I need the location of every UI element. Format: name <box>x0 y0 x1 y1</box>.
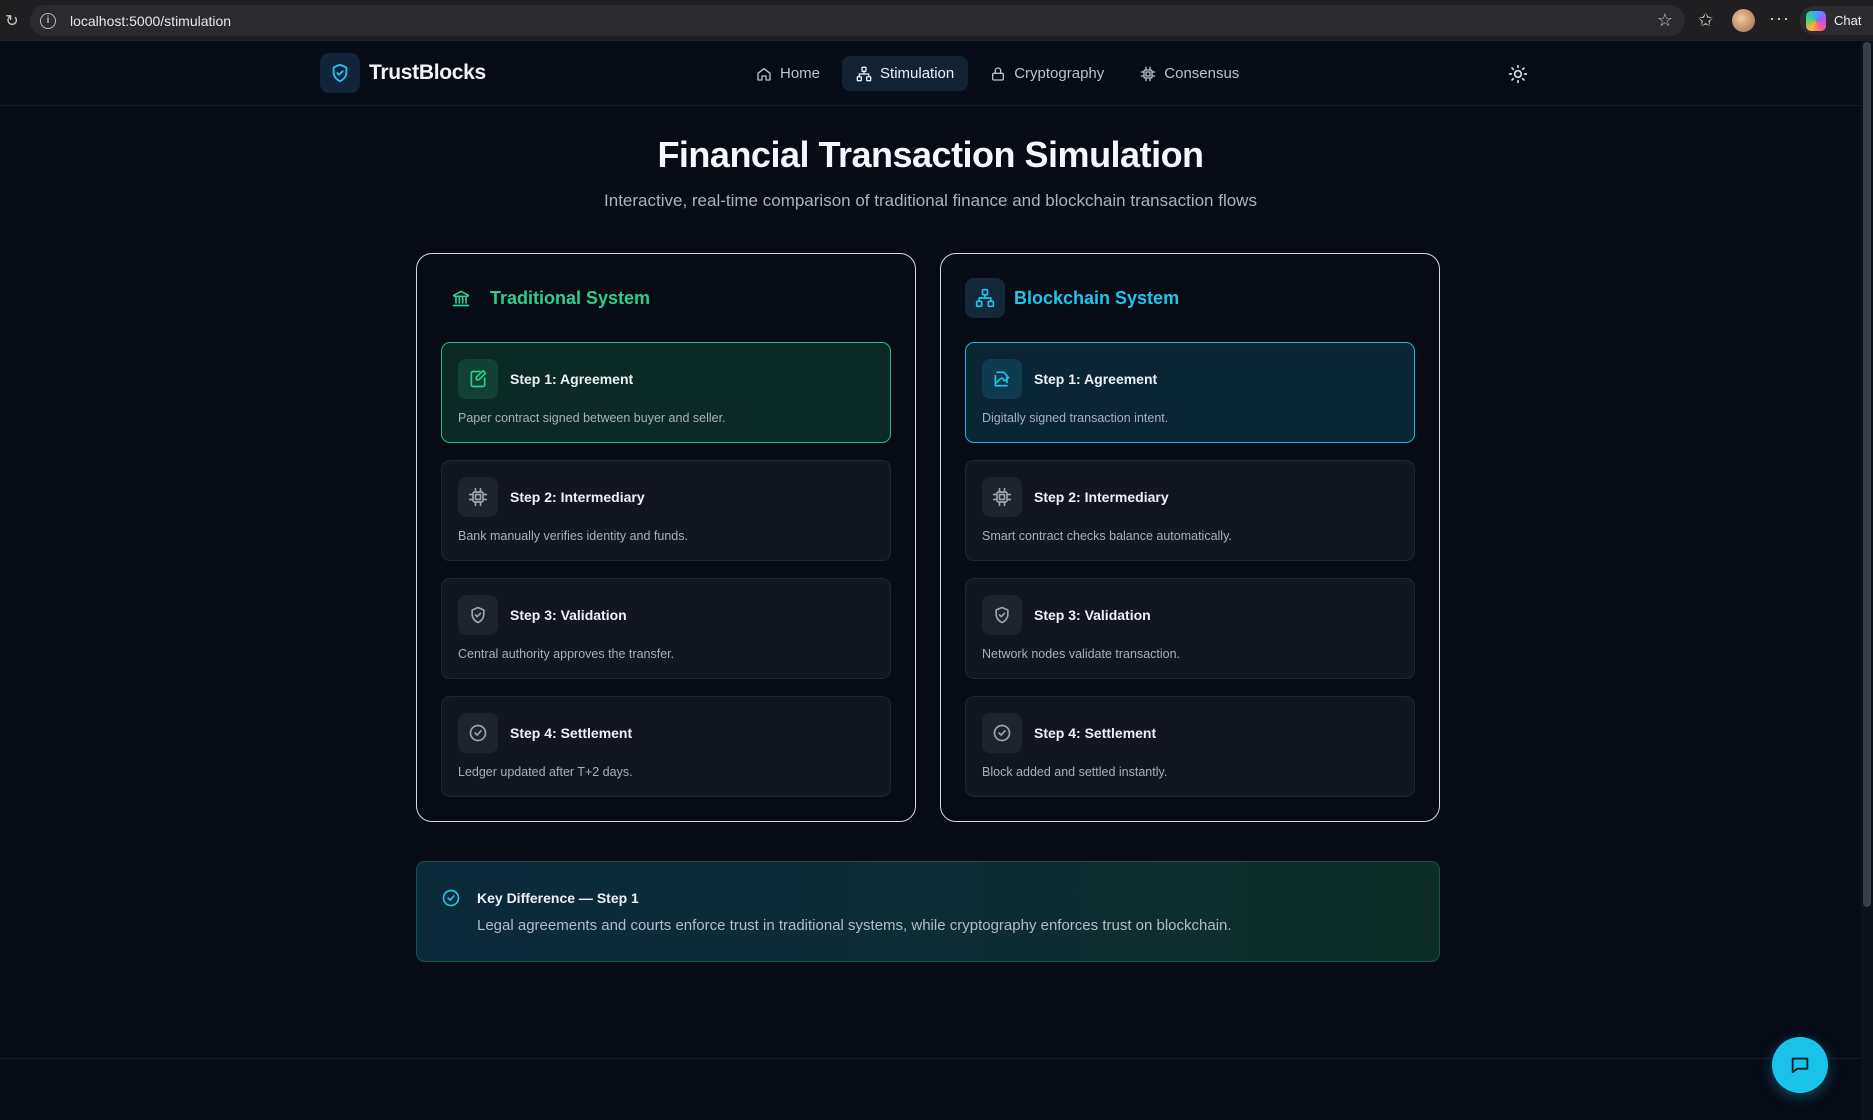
copilot-chat-button[interactable]: Chat <box>1800 6 1873 35</box>
key-difference-text: Legal agreements and courts enforce trus… <box>477 917 1232 934</box>
url-text[interactable]: localhost:5000/stimulation <box>70 13 231 29</box>
page-subtitle: Interactive, real-time comparison of tra… <box>604 191 1257 210</box>
shield-logo-icon <box>320 53 360 93</box>
step-title: Step 1: Agreement <box>1034 371 1158 387</box>
reload-icon[interactable]: ↻ <box>2 11 22 31</box>
nav-cryptography-label: Cryptography <box>1014 65 1105 82</box>
sun-icon[interactable] <box>1508 64 1528 84</box>
step-title: Step 3: Validation <box>510 607 627 623</box>
traditional-system-panel: Traditional System Step 1: Agreement Pap… <box>416 253 916 822</box>
nav-home[interactable]: Home <box>742 56 834 91</box>
traditional-step-1[interactable]: Step 1: Agreement Paper contract signed … <box>441 342 891 443</box>
blockchain-panel-header: Blockchain System <box>965 278 1179 318</box>
signature-icon <box>982 359 1022 399</box>
site-info-icon[interactable]: i <box>40 12 56 29</box>
chat-fab-button[interactable] <box>1772 1037 1828 1093</box>
copilot-icon <box>1806 10 1826 31</box>
step-description: Digitally signed transaction intent. <box>982 411 1169 425</box>
traditional-step-3[interactable]: Step 3: Validation Central authority app… <box>441 578 891 679</box>
edit-document-icon <box>458 359 498 399</box>
brand-name: TrustBlocks <box>369 61 486 84</box>
step-title: Step 4: Settlement <box>1034 725 1157 741</box>
main-nav: Home Stimulation Cryptography Consensus <box>742 56 1253 91</box>
key-difference-callout: Key Difference — Step 1 Legal agreements… <box>416 861 1440 962</box>
favorites-icon[interactable]: ✩ <box>1698 10 1713 31</box>
footer-divider <box>0 1058 1861 1059</box>
shield-icon <box>982 595 1022 635</box>
chat-label: Chat <box>1834 13 1862 28</box>
browser-toolbar: ↻ i localhost:5000/stimulation ☆ ✩ ··· C… <box>0 0 1873 41</box>
step-title: Step 2: Intermediary <box>510 489 645 505</box>
traditional-panel-title: Traditional System <box>490 287 651 308</box>
more-menu-icon[interactable]: ··· <box>1769 8 1790 29</box>
blockchain-step-2[interactable]: Step 2: Intermediary Smart contract chec… <box>965 460 1415 561</box>
traditional-panel-header: Traditional System <box>441 278 650 318</box>
nav-consensus-label: Consensus <box>1164 65 1240 82</box>
cpu-icon <box>1140 66 1156 81</box>
page-title: Financial Transaction Simulation <box>657 134 1204 175</box>
cpu-icon <box>458 477 498 517</box>
bookmark-star-icon[interactable]: ☆ <box>1657 10 1673 31</box>
nav-stimulation-label: Stimulation <box>880 65 955 82</box>
profile-avatar[interactable] <box>1732 9 1755 32</box>
traditional-step-2[interactable]: Step 2: Intermediary Bank manually verif… <box>441 460 891 561</box>
blockchain-system-panel: Blockchain System Step 1: Agreement Digi… <box>940 253 1440 822</box>
shield-icon <box>458 595 498 635</box>
step-description: Smart contract checks balance automatica… <box>982 529 1232 543</box>
nav-cryptography[interactable]: Cryptography <box>976 56 1118 91</box>
step-description: Central authority approves the transfer. <box>458 647 675 661</box>
blockchain-step-3[interactable]: Step 3: Validation Network nodes validat… <box>965 578 1415 679</box>
step-title: Step 2: Intermediary <box>1034 489 1169 505</box>
home-icon <box>757 67 771 81</box>
step-description: Bank manually verifies identity and fund… <box>458 529 688 543</box>
lock-icon <box>992 66 1005 81</box>
chat-bubble-icon <box>1791 1057 1809 1074</box>
network-icon <box>965 278 1005 318</box>
address-bar[interactable]: i localhost:5000/stimulation ☆ <box>30 5 1685 36</box>
nav-stimulation[interactable]: Stimulation <box>842 56 969 91</box>
step-description: Block added and settled instantly. <box>982 765 1168 779</box>
bank-icon <box>441 278 481 318</box>
step-title: Step 4: Settlement <box>510 725 633 741</box>
app-navbar: TrustBlocks Home Stimulation Cryptograph… <box>0 41 1861 106</box>
blockchain-step-1[interactable]: Step 1: Agreement Digitally signed trans… <box>965 342 1415 443</box>
step-description: Network nodes validate transaction. <box>982 647 1181 661</box>
step-description: Ledger updated after T+2 days. <box>458 765 633 779</box>
step-title: Step 1: Agreement <box>510 371 634 387</box>
network-icon <box>856 66 872 81</box>
key-difference-title: Key Difference — Step 1 <box>477 890 639 906</box>
blockchain-panel-title: Blockchain System <box>1014 287 1180 308</box>
nav-home-label: Home <box>780 65 821 82</box>
check-circle-icon <box>442 889 460 907</box>
step-description: Paper contract signed between buyer and … <box>458 411 726 425</box>
traditional-step-4[interactable]: Step 4: Settlement Ledger updated after … <box>441 696 891 797</box>
check-circle-icon <box>982 713 1022 753</box>
step-title: Step 3: Validation <box>1034 607 1151 623</box>
check-circle-icon <box>458 713 498 753</box>
scrollbar-thumb[interactable] <box>1863 42 1871 907</box>
brand-logo[interactable]: TrustBlocks <box>320 53 486 93</box>
nav-consensus[interactable]: Consensus <box>1126 56 1253 91</box>
cpu-icon <box>982 477 1022 517</box>
blockchain-step-4[interactable]: Step 4: Settlement Block added and settl… <box>965 696 1415 797</box>
